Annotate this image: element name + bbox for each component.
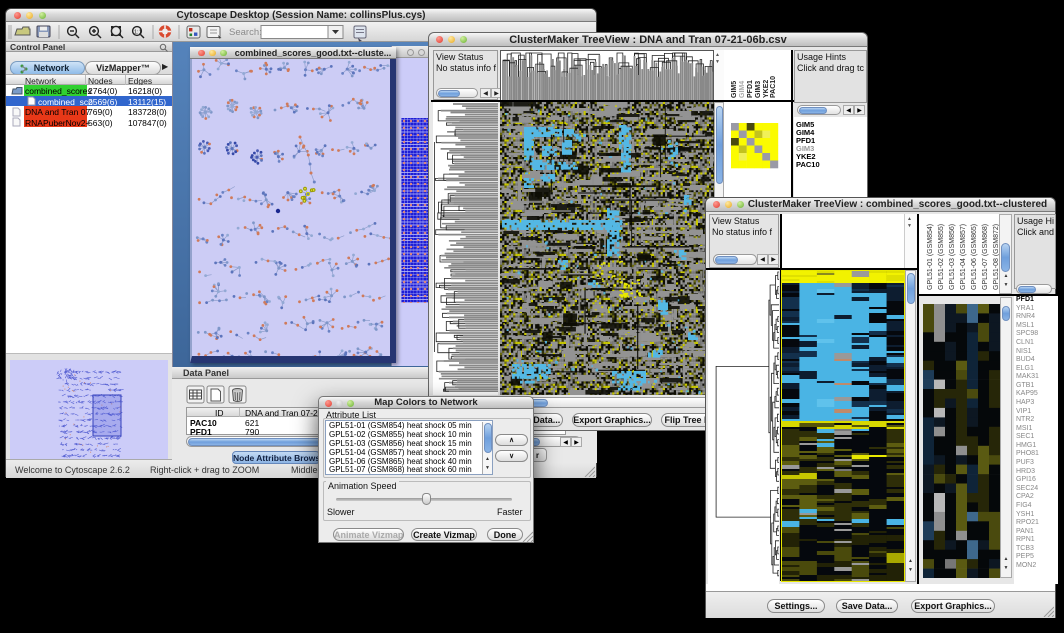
svg-text:Search:: Search: xyxy=(229,27,262,38)
svg-text:1:1: 1:1 xyxy=(134,30,142,36)
